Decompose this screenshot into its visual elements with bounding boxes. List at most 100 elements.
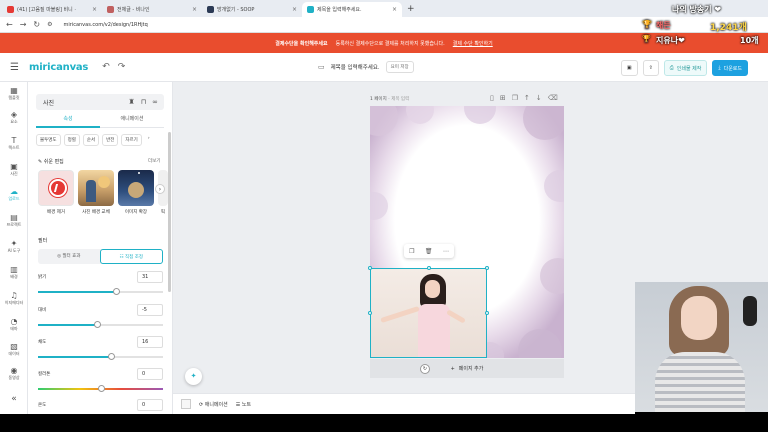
more-link[interactable]: 더보기 [148,158,160,164]
move-down-icon[interactable]: ↓ [536,94,542,102]
slider-value-input[interactable]: 31 [137,271,163,283]
forward-icon[interactable]: → [20,20,27,29]
bg-replace-thumb[interactable] [78,170,114,206]
share-button[interactable]: ⇪ [642,60,659,76]
resize-handle[interactable] [427,266,431,270]
nav-item-elements[interactable]: ◈ 요소 [0,110,28,125]
nav-item-templates[interactable]: ▦ 템플릿 [0,86,28,101]
nav-label: AI 도구 [7,248,21,253]
image-expand-thumb[interactable] [118,170,154,206]
overlay-rank-count: 10개 [740,36,759,45]
slider-knob[interactable] [97,385,105,392]
note-icon[interactable]: ▯ [490,94,494,102]
trash-icon[interactable]: ⌫ [548,94,558,102]
slider-value-input[interactable]: 0 [137,399,163,411]
chip-opacity[interactable]: 불투명도 [36,134,61,146]
close-icon[interactable]: × [292,6,297,13]
nav-item-text[interactable]: T 텍스트 [0,136,28,151]
download-button[interactable]: ⤓ 다운로드 [712,60,748,76]
chip-order[interactable]: 순서 [82,134,100,146]
selection-box[interactable] [368,266,489,358]
paint-icon[interactable]: ♜ [128,98,134,106]
slider-track[interactable] [38,288,163,295]
nav-label: 이지에디터 [4,300,24,305]
slider-track[interactable] [38,321,163,328]
resize-handle[interactable] [368,266,372,270]
nav-item-ai-tools[interactable]: ✦ AI 도구 [0,239,28,254]
resize-handle[interactable] [485,311,489,315]
add-page-button[interactable]: + 페이지 추가 [370,359,564,378]
nav-item-data[interactable]: ▧ 데이터 [0,342,28,357]
lock-icon[interactable]: ⊓ [141,98,146,106]
slider-track[interactable] [38,353,163,360]
nav-item-photos[interactable]: ▣ 사진 [0,162,28,177]
resize-handle[interactable] [368,311,372,315]
menu-icon[interactable]: ☰ [10,62,19,73]
url-field[interactable]: miricanvas.com/v2/design/1RHjtq [64,22,148,28]
project-icon: ▤ [10,213,18,222]
browser-tab-3[interactable]: 제목을 입력해주세요. × [302,2,402,17]
duplicate-icon[interactable]: ❐ [409,248,414,255]
link-icon[interactable]: ∞ [152,98,158,106]
browser-tab-2[interactable]: 방개없기 - SOOP × [202,2,302,17]
slider-knob[interactable] [107,353,115,360]
tab-direct-adjust[interactable]: ☷ 직접 조정 [99,249,163,264]
collapse-nav-icon[interactable]: « [0,394,28,404]
copy-icon[interactable]: ❐ [512,94,518,102]
close-icon[interactable]: × [92,6,97,13]
magic-assistant-icon[interactable]: ✦ [185,368,202,385]
tab-filter-effects[interactable]: ◎ 필터 효과 [38,249,100,264]
thumb-label: 배경 제거 [47,210,65,215]
slider-knob[interactable] [93,321,101,328]
folder-icon[interactable]: ▭ [318,63,325,71]
chip-flip[interactable]: 반전 [102,134,119,146]
back-icon[interactable]: ← [6,20,13,29]
page-thumb-toggle[interactable] [181,399,191,409]
chip-crop[interactable]: 자르기 [121,134,142,146]
bg-remove-thumb[interactable] [38,170,74,206]
slider-value-input[interactable]: 16 [137,336,163,348]
add-icon[interactable]: ⊞ [500,94,506,102]
print-button[interactable]: ⎙ 인쇄물 제작 [663,60,708,76]
site-info-icon[interactable]: ⚙ [47,21,52,28]
nav-item-projects[interactable]: ▤ 프로젝트 [0,213,28,228]
chip-align[interactable]: 정렬 [63,134,80,146]
panel-scrollbar[interactable] [168,132,171,292]
banner-link[interactable]: 결제 수단 확인하기 [453,40,493,47]
browser-tab-1[interactable]: 전체글 - 비나인 × [102,2,202,17]
close-icon[interactable]: × [192,6,197,13]
slider-knob[interactable] [112,288,120,295]
page-title-input[interactable]: - 제목 입력 [388,97,409,102]
logo[interactable]: miricanvas [29,62,88,73]
note-button[interactable]: ☰ 노트 [236,401,251,408]
move-up-icon[interactable]: ↑ [524,94,530,102]
panel-tabs: 속성 애니메이션 [36,112,164,128]
slider-value-input[interactable]: -5 [137,304,163,316]
delete-icon[interactable]: 🗑 [425,248,433,255]
close-icon[interactable]: × [392,6,397,13]
tab-animation[interactable]: 애니메이션 [100,112,164,128]
undo-icon[interactable]: ↶ [102,62,110,72]
present-button[interactable]: ▣ [620,60,638,76]
tab-properties[interactable]: 속성 [36,112,100,128]
nav-item-upload[interactable]: ☁ 업로드 [0,187,28,202]
nav-item-easy-editor[interactable]: ♫ 이지에디터 [0,291,28,306]
nav-item-video[interactable]: ◉ 동영상 [0,366,28,381]
browser-tab-0[interactable]: (41) [고음질 마블링] 비니 · × [2,2,102,17]
scroll-right-icon[interactable]: › [155,184,165,194]
resize-handle[interactable] [485,266,489,270]
reload-icon[interactable]: ↻ [33,20,40,29]
animation-button[interactable]: ⟳ 애니메이션 [199,401,228,408]
doc-title[interactable]: 제목을 입력해주세요. [331,63,380,71]
nav-item-theme[interactable]: ◔ 테마 [0,317,28,332]
new-tab-button[interactable]: + [402,2,420,17]
chevron-right-icon[interactable]: › [145,134,153,146]
redo-icon[interactable]: ↷ [118,62,126,72]
page-label[interactable]: 1 페이지 - 제목 입력 [370,96,409,102]
rotate-icon[interactable]: ↻ [420,364,430,374]
more-options-icon[interactable]: ⋯ [443,248,449,255]
nav-item-background[interactable]: ▥ 배경 [0,265,28,280]
tab-label: 제목을 입력해주세요. [317,7,362,13]
slider-track[interactable] [38,385,163,392]
slider-value-input[interactable]: 0 [137,368,163,380]
